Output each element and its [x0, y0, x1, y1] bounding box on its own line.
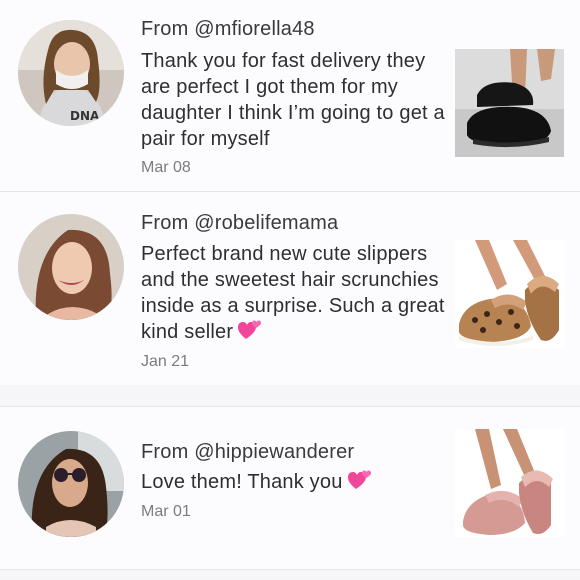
review-date: Mar 01	[141, 503, 191, 520]
user-avatar-photo-icon	[18, 214, 124, 320]
divider	[0, 569, 580, 570]
review-date: Jan 21	[141, 353, 190, 370]
product-thumbnail[interactable]	[455, 429, 564, 537]
review-text: Thank you for fast delivery they are per…	[141, 50, 445, 150]
review-text-content: Love them! Thank you	[141, 471, 343, 493]
avatar[interactable]	[18, 214, 124, 320]
two-hearts-icon	[237, 319, 262, 348]
black-slipper-photo-icon	[455, 49, 564, 157]
review-date: Mar 08	[141, 159, 191, 176]
two-hearts-icon	[347, 469, 371, 498]
user-avatar-photo-icon	[18, 431, 124, 537]
avatar[interactable]	[18, 431, 124, 537]
review-text: Love them! Thank you	[141, 469, 446, 498]
avatar[interactable]: DNA	[18, 20, 124, 126]
review-author[interactable]: From @hippiewanderer	[141, 441, 354, 464]
review-item: From @hippiewanderer Love them! Thank yo…	[0, 407, 580, 569]
product-thumbnail[interactable]	[455, 240, 564, 348]
leopard-slipper-photo-icon	[455, 240, 564, 348]
review-item: DNA From @mfiorella48 Thank you for fast…	[0, 0, 580, 191]
user-avatar-photo-icon: DNA	[18, 20, 124, 126]
review-text: Perfect brand new cute slippers and the …	[141, 241, 446, 348]
review-text-content: Perfect brand new cute slippers and the …	[141, 243, 445, 343]
product-thumbnail[interactable]	[455, 49, 564, 157]
review-author[interactable]: From @robelifemama	[141, 212, 338, 235]
review-item: From @robelifemama Perfect brand new cut…	[0, 192, 580, 385]
review-author[interactable]: From @mfiorella48	[141, 18, 315, 41]
pink-slipper-photo-icon	[455, 429, 564, 537]
svg-text:DNA: DNA	[70, 109, 100, 123]
